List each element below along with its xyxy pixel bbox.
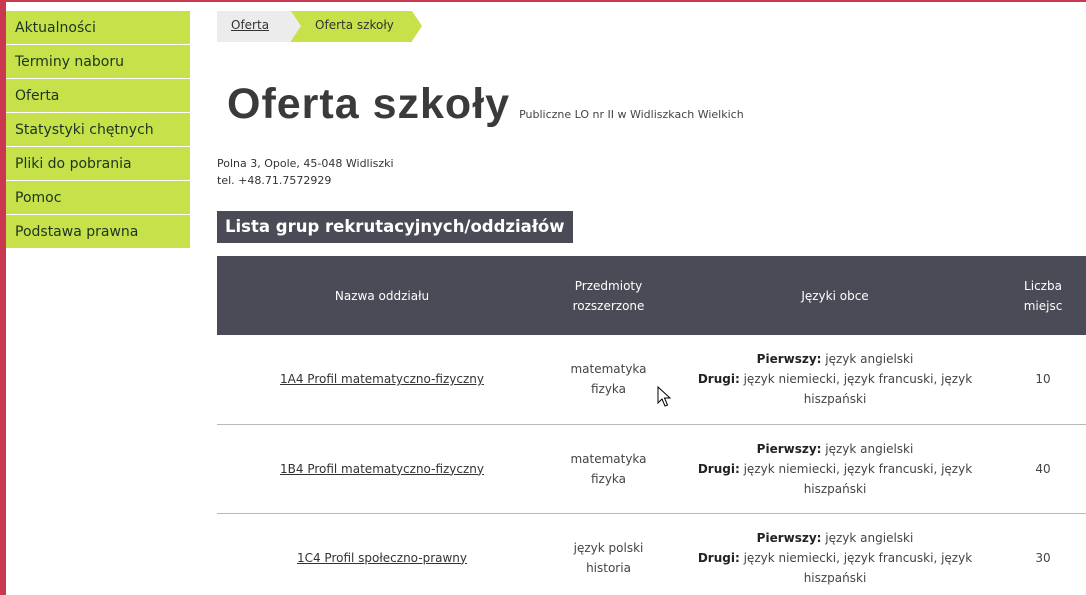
row-subjects-cell: matematyka fizyka bbox=[547, 424, 670, 514]
second-lang-label: Drugi: bbox=[697, 550, 740, 565]
subject: język polski bbox=[573, 540, 644, 555]
first-lang-value: język angielski bbox=[821, 530, 914, 545]
first-lang-value: język angielski bbox=[821, 441, 914, 456]
page-title: Oferta szkoły bbox=[227, 80, 511, 128]
table-row: 1A4 Profil matematyczno-fizyczny matemat… bbox=[217, 335, 1086, 425]
second-lang-value: język niemiecki, język francuski, język bbox=[739, 372, 973, 387]
second-lang-label: Drugi: bbox=[697, 461, 740, 476]
breadcrumb-item-oferta: Oferta bbox=[217, 11, 292, 42]
breadcrumb-item-current: Oferta szkoły bbox=[291, 11, 422, 42]
header-count-line1: Liczba bbox=[1024, 278, 1062, 293]
row-count-cell: 40 bbox=[1000, 424, 1086, 514]
second-lang-value-cont: hiszpański bbox=[803, 570, 867, 585]
sidebar-item-aktualnosci[interactable]: Aktualności bbox=[6, 11, 190, 45]
section-title: Lista grup rekrutacyjnych/oddziałów bbox=[217, 211, 573, 243]
page-subtitle: Publiczne LO nr II w Widliszkach Wielkic… bbox=[519, 108, 744, 121]
header-subjects-line1: Przedmioty bbox=[574, 278, 643, 293]
second-lang-value: język niemiecki, język francuski, język bbox=[739, 461, 973, 476]
row-name-cell: 1A4 Profil matematyczno-fizyczny bbox=[217, 335, 547, 425]
group-link[interactable]: 1C4 Profil społeczno-prawny bbox=[297, 551, 467, 565]
group-link[interactable]: 1B4 Profil matematyczno-fizyczny bbox=[280, 462, 484, 476]
sidebar-item-terminy-naboru[interactable]: Terminy naboru bbox=[6, 45, 190, 79]
row-name-cell: 1C4 Profil społeczno-prawny bbox=[217, 513, 547, 595]
second-lang-value-cont: hiszpański bbox=[803, 481, 867, 496]
header-subjects: Przedmioty rozszerzone bbox=[547, 256, 670, 335]
header-count-line2: miejsc bbox=[1023, 298, 1063, 313]
subject: fizyka bbox=[590, 382, 627, 397]
row-languages-cell: Pierwszy: język angielski Drugi: język n… bbox=[670, 335, 1000, 425]
header-languages: Języki obce bbox=[670, 256, 1000, 335]
sidebar-item-oferta[interactable]: Oferta bbox=[6, 79, 190, 113]
table-header-row: Nazwa oddziału Przedmioty rozszerzone Ję… bbox=[217, 256, 1086, 335]
row-languages-cell: Pierwszy: język angielski Drugi: język n… bbox=[670, 513, 1000, 595]
row-subjects-cell: matematyka fizyka bbox=[547, 335, 670, 425]
sidebar-item-pomoc[interactable]: Pomoc bbox=[6, 181, 190, 215]
first-lang-value: język angielski bbox=[821, 352, 914, 367]
page-header: Oferta szkoły Publiczne LO nr II w Widli… bbox=[227, 80, 744, 129]
group-link[interactable]: 1A4 Profil matematyczno-fizyczny bbox=[280, 372, 484, 386]
address-line: Polna 3, Opole, 45-048 Widliszki bbox=[217, 157, 394, 170]
subject: matematyka bbox=[570, 451, 647, 466]
second-lang-value-cont: hiszpański bbox=[803, 392, 867, 407]
breadcrumb-link-oferta[interactable]: Oferta bbox=[231, 18, 269, 32]
header-subjects-line2: rozszerzone bbox=[572, 298, 645, 313]
second-lang-value: język niemiecki, język francuski, język bbox=[739, 550, 973, 565]
sidebar-nav: Aktualności Terminy naboru Oferta Statys… bbox=[6, 11, 190, 249]
table-row: 1C4 Profil społeczno-prawny język polski… bbox=[217, 513, 1086, 595]
first-lang-label: Pierwszy: bbox=[756, 441, 822, 456]
breadcrumb: Oferta Oferta szkoły bbox=[217, 11, 422, 42]
subject: fizyka bbox=[590, 471, 627, 486]
groups-table: Nazwa oddziału Przedmioty rozszerzone Ję… bbox=[217, 256, 1086, 595]
window-border-top bbox=[0, 0, 1086, 2]
row-count-cell: 10 bbox=[1000, 335, 1086, 425]
sidebar-item-pliki[interactable]: Pliki do pobrania bbox=[6, 147, 190, 181]
second-lang-label: Drugi: bbox=[697, 372, 740, 387]
first-lang-label: Pierwszy: bbox=[756, 530, 822, 545]
phone-line: tel. +48.71.7572929 bbox=[217, 174, 332, 187]
school-address: Polna 3, Opole, 45-048 Widliszki tel. +4… bbox=[217, 155, 394, 189]
header-count: Liczba miejsc bbox=[1000, 256, 1086, 335]
first-lang-label: Pierwszy: bbox=[756, 352, 822, 367]
row-name-cell: 1B4 Profil matematyczno-fizyczny bbox=[217, 424, 547, 514]
row-subjects-cell: język polski historia bbox=[547, 513, 670, 595]
row-count-cell: 30 bbox=[1000, 513, 1086, 595]
table-row: 1B4 Profil matematyczno-fizyczny matemat… bbox=[217, 424, 1086, 514]
row-languages-cell: Pierwszy: język angielski Drugi: język n… bbox=[670, 424, 1000, 514]
mouse-cursor-icon bbox=[657, 386, 671, 407]
sidebar-item-statystyki[interactable]: Statystyki chętnych bbox=[6, 113, 190, 147]
subject: historia bbox=[586, 560, 631, 575]
header-name: Nazwa oddziału bbox=[217, 256, 547, 335]
sidebar-item-podstawa-prawna[interactable]: Podstawa prawna bbox=[6, 215, 190, 249]
subject: matematyka bbox=[570, 362, 647, 377]
